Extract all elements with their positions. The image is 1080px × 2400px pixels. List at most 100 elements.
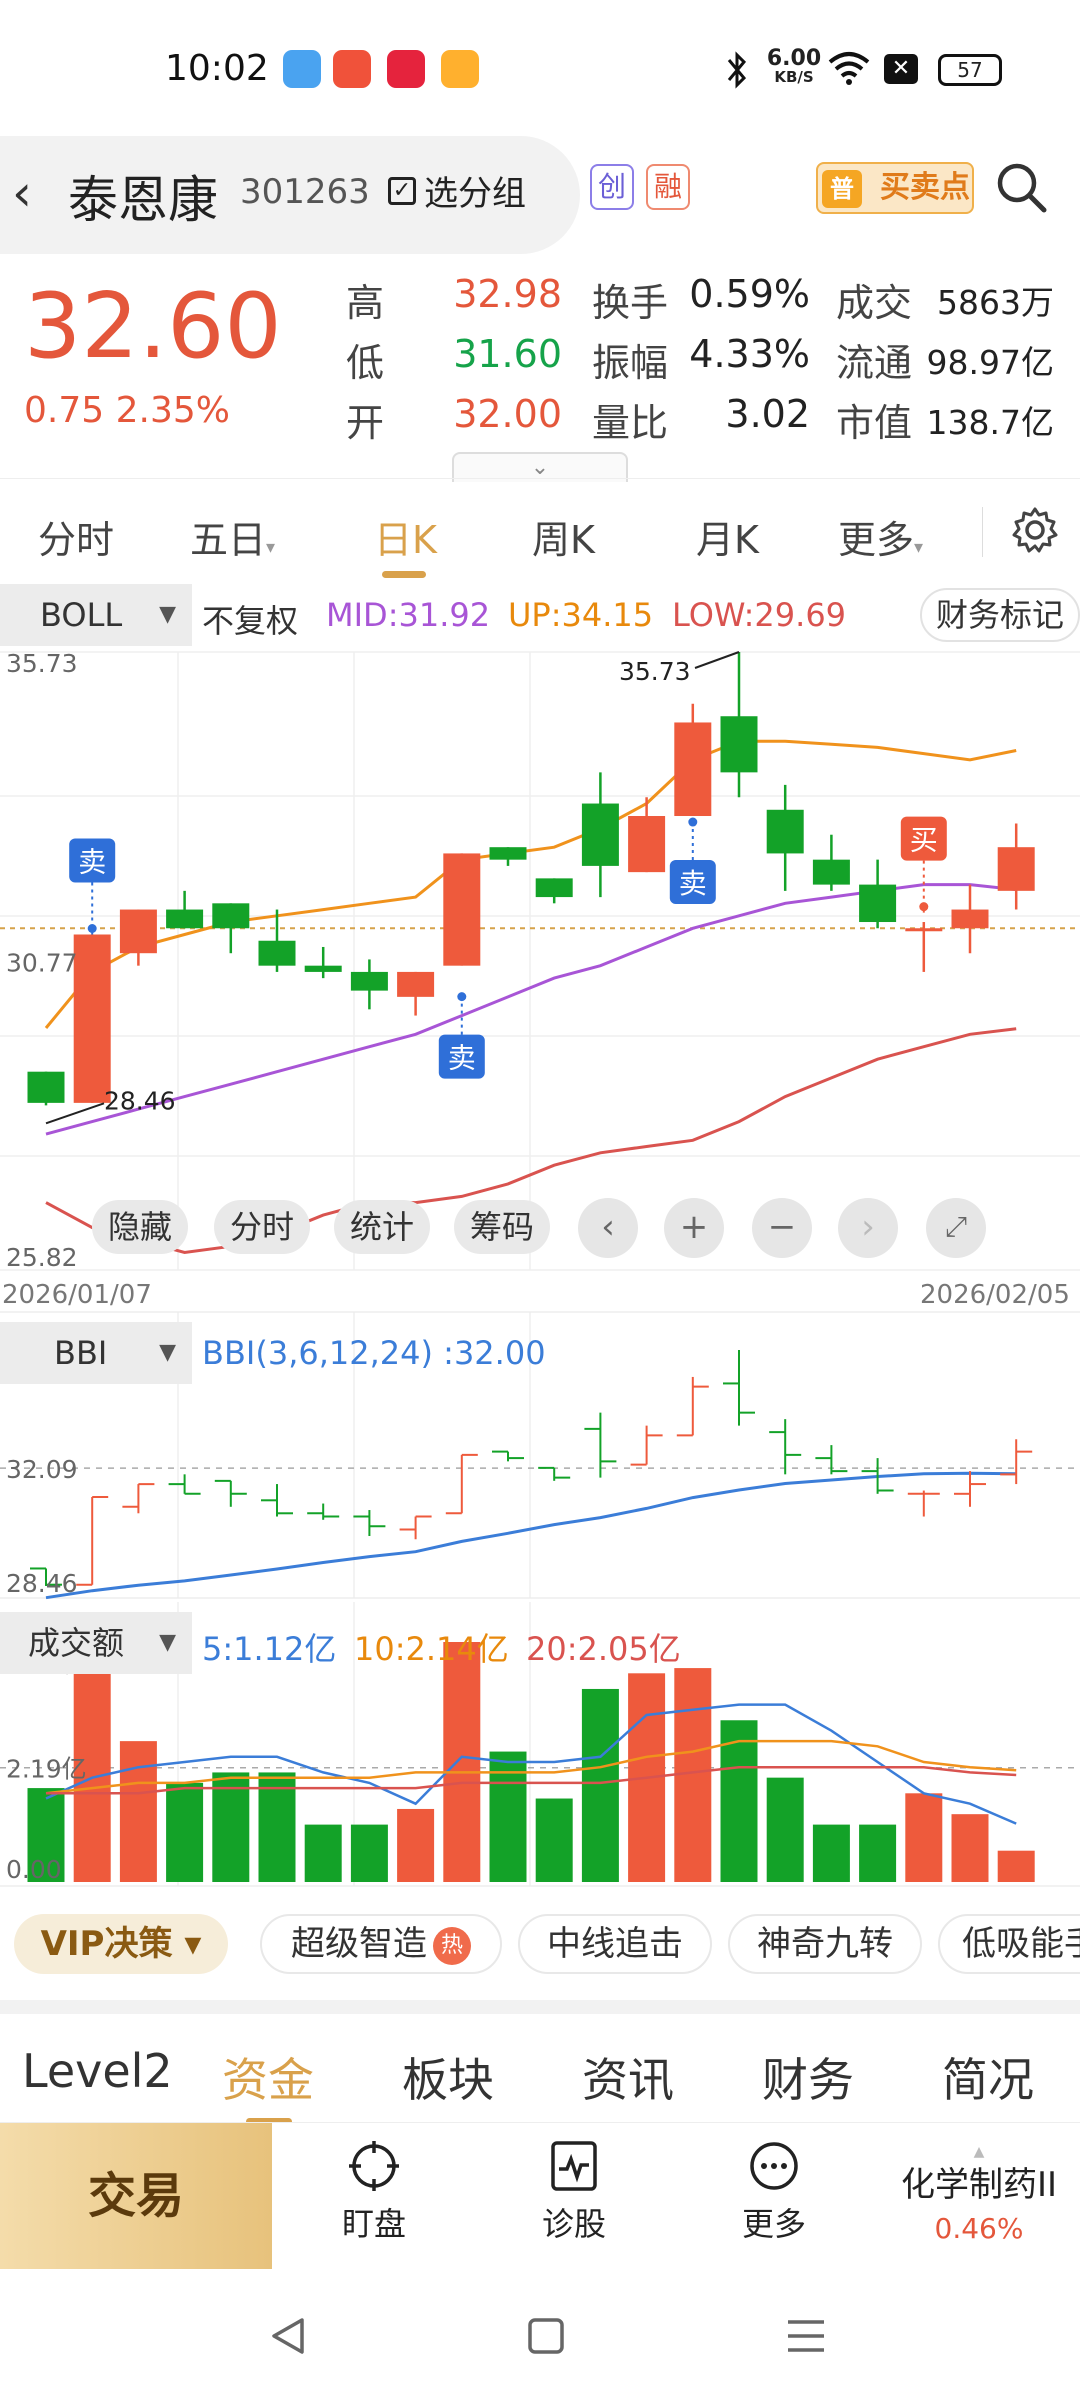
zoom-in-icon[interactable]: +: [664, 1198, 724, 1258]
system-nav-bar: [0, 2270, 1080, 2400]
back-arrow-icon[interactable]: ‹: [12, 164, 32, 222]
gear-icon[interactable]: [1010, 505, 1060, 555]
diagnose-button[interactable]: 诊股: [514, 2139, 634, 2245]
quote-panel: 32.60 0.75 2.35% 高 32.98 低 31.60 开 32.00…: [0, 262, 1080, 482]
select-group-button[interactable]: ✓ 选分组: [388, 166, 526, 215]
tab-more-label: 更多: [838, 518, 915, 562]
buy-sell-point-button[interactable]: 普 买卖点: [816, 162, 974, 214]
min-price-label: 28.46: [104, 1086, 176, 1115]
strategy-magic-nine[interactable]: 神奇九转: [728, 1914, 922, 1974]
turnover-label: 换手: [592, 281, 669, 325]
volume-ratio-value: 3.02: [725, 392, 810, 436]
volume-bar: [397, 1808, 435, 1882]
tab-weekly-k[interactable]: 周K: [532, 509, 595, 564]
nav-back-icon[interactable]: [266, 2314, 310, 2358]
fullscreen-icon[interactable]: ⤢: [926, 1198, 986, 1258]
strategy-low-buy[interactable]: 低吸能手: [938, 1914, 1080, 1974]
sector-name: 化学制药II: [900, 2165, 1058, 2205]
nav-menu-icon[interactable]: [784, 2314, 828, 2358]
more-button[interactable]: 更多: [714, 2139, 834, 2245]
sector-button[interactable]: ▲ 化学制药II 0.46%: [884, 2144, 1074, 2245]
zoom-out-icon[interactable]: −: [752, 1198, 812, 1258]
boll-up-line: [44, 739, 1017, 1029]
volume-bar: [489, 1751, 527, 1882]
watch-label: 盯盘: [341, 2205, 406, 2243]
last-price: 32.60: [24, 274, 282, 379]
y-tick-label: 35.73: [6, 649, 78, 678]
dropdown-triangle-icon: ▼: [159, 602, 176, 627]
tab-five-day[interactable]: 五日▾: [190, 509, 275, 564]
telegram-app-icon: [283, 50, 321, 88]
vol-ma20: 20:2.05亿: [526, 1630, 681, 1668]
tab-more[interactable]: 更多▾: [838, 509, 923, 564]
start-date: 2026/01/07: [2, 1280, 152, 1310]
y-tick-label: 25.82: [6, 1243, 78, 1272]
float-cap-label: 流通: [836, 341, 913, 385]
chips-button[interactable]: 筹码: [454, 1200, 550, 1254]
scroll-left-icon[interactable]: ‹: [578, 1198, 638, 1258]
deal-amount-label: 成交: [836, 281, 913, 325]
clock: 10:02: [165, 48, 269, 89]
nav-home-icon[interactable]: [524, 2314, 568, 2358]
caret-up-icon: ▲: [973, 2144, 985, 2160]
hide-button[interactable]: 隐藏: [92, 1200, 188, 1254]
statistics-button[interactable]: 统计: [334, 1200, 430, 1254]
candle-body: [489, 847, 527, 860]
caret-down-icon: ▾: [914, 537, 924, 558]
volume-bar: [812, 1824, 850, 1882]
volume-chart: 4.37亿2.19亿0.00: [0, 1642, 1080, 1884]
vol-ma10: 10:2.14亿: [354, 1630, 509, 1668]
tab-profile[interactable]: 简况: [942, 2044, 1034, 2110]
strategy-mid-chase[interactable]: 中线追击: [518, 1914, 712, 1974]
tab-funds[interactable]: 资金: [222, 2044, 314, 2110]
max-price-label: 35.73: [619, 657, 691, 686]
sim-blocked-icon: ✕: [884, 54, 918, 84]
caret-down-icon: ▾: [266, 537, 276, 558]
volume-indicator-select[interactable]: 成交额 ▼: [0, 1612, 192, 1674]
strategy-super-smart[interactable]: 超级智造热: [260, 1914, 502, 1974]
strategy-row: VIP决策 ▾ 超级智造热 中线追击 神奇九转 低吸能手: [0, 1888, 1080, 2008]
adjust-mode[interactable]: 不复权: [202, 596, 298, 642]
more-label: 更多: [741, 2205, 806, 2243]
active-tab-underline: [382, 571, 426, 578]
stock-name: 泰恩康: [68, 171, 218, 229]
bbi-y-tick-label: 32.09: [6, 1455, 78, 1484]
charts-area[interactable]: 35.7330.7725.8235.7328.46卖卖卖买 35.7332.09…: [0, 646, 1080, 1896]
scroll-right-icon[interactable]: ›: [838, 1198, 898, 1258]
bbi-value: BBI(3,6,12,24) :32.00: [202, 1334, 546, 1372]
main-indicator-select[interactable]: BOLL ▼: [0, 584, 192, 646]
search-icon[interactable]: [992, 158, 1052, 218]
tab-level2[interactable]: Level2: [22, 2044, 173, 2098]
volume-bar: [905, 1793, 943, 1882]
crosshair-icon: [349, 2141, 399, 2191]
candle-body: [674, 722, 712, 817]
status-bar: 10:02 6.00 KB/S ✕ 57: [0, 0, 1080, 130]
watch-button[interactable]: 盯盘: [314, 2139, 434, 2245]
tab-monthly-k[interactable]: 月K: [696, 509, 759, 564]
tab-finance[interactable]: 财务: [762, 2044, 854, 2110]
candle-body: [443, 853, 481, 966]
candle-body: [628, 816, 666, 873]
checkbox-icon: ✓: [388, 176, 416, 205]
sector-change: 0.46%: [934, 2212, 1024, 2245]
vip-decision-button[interactable]: VIP决策 ▾: [14, 1914, 228, 1974]
tab-daily-k[interactable]: 日K: [374, 509, 437, 564]
hot-badge: 热: [433, 1926, 471, 1965]
boll-up-value: UP:34.15: [508, 596, 654, 634]
tab-sector[interactable]: 板块: [402, 2044, 494, 2110]
tab-five-day-label: 五日: [190, 518, 267, 562]
candle-body: [859, 884, 897, 923]
volume-bar: [166, 1782, 204, 1882]
trade-button[interactable]: 交易: [0, 2123, 272, 2269]
finance-mark-button[interactable]: 财务标记: [920, 588, 1080, 642]
bluetooth-icon: [727, 51, 747, 89]
candle-body: [304, 965, 342, 972]
intraday-button[interactable]: 分时: [214, 1200, 310, 1254]
tab-intraday[interactable]: 分时: [38, 509, 114, 564]
pulse-chart-icon: [551, 2141, 597, 2191]
tab-news[interactable]: 资讯: [582, 2044, 674, 2110]
market-cap-value: 138.7亿: [926, 403, 1054, 442]
low-value: 31.60: [453, 332, 562, 376]
bbi-indicator-select[interactable]: BBI ▼: [0, 1322, 192, 1384]
bbi-line: [45, 1471, 1017, 1600]
